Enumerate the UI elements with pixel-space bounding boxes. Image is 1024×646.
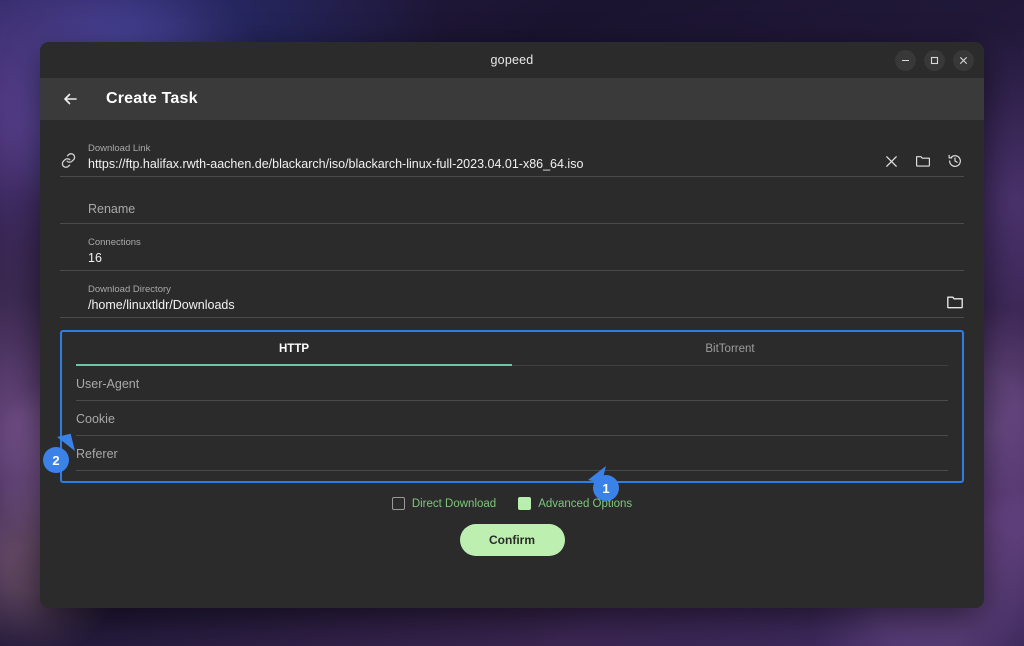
confirm-row: Confirm xyxy=(60,524,964,556)
referer-input[interactable]: Referer xyxy=(76,447,118,461)
user-agent-field[interactable]: User-Agent xyxy=(76,366,948,401)
annotation-badge-2: 2 xyxy=(43,433,75,473)
choose-file-button[interactable] xyxy=(914,152,932,170)
folder-icon xyxy=(947,296,963,309)
window-titlebar[interactable]: gopeed xyxy=(40,42,984,78)
tab-http-label: HTTP xyxy=(278,343,310,355)
annotation-badge-2-number: 2 xyxy=(52,452,60,468)
download-link-label: Download Link xyxy=(88,143,151,154)
cookie-field[interactable]: Cookie xyxy=(76,401,948,436)
advanced-options-panel: HTTP BitTorrent User-Agent Cookie Refere… xyxy=(60,330,964,483)
referer-field[interactable]: Referer xyxy=(76,436,948,471)
close-icon xyxy=(960,57,967,64)
download-directory-field[interactable]: Download Directory /home/linuxtldr/Downl… xyxy=(88,284,946,313)
download-directory-label: Download Directory xyxy=(88,284,171,295)
connections-label: Connections xyxy=(88,237,141,248)
history-button[interactable] xyxy=(946,152,964,170)
download-directory-input[interactable]: /home/linuxtldr/Downloads xyxy=(88,297,946,313)
create-task-form: Download Link https://ftp.halifax.rwth-a… xyxy=(40,120,984,556)
close-button[interactable] xyxy=(953,50,974,71)
link-icon xyxy=(61,153,76,168)
advanced-options-checkbox[interactable]: Advanced Options xyxy=(518,497,632,510)
tab-http[interactable]: HTTP xyxy=(76,332,512,366)
checkbox-unchecked-icon[interactable] xyxy=(391,497,405,510)
browse-directory-button[interactable] xyxy=(946,293,964,311)
directory-icon-spacer xyxy=(60,310,88,313)
desktop-wallpaper: gopeed Create Task Download Link https:/… xyxy=(0,0,1024,646)
confirm-button[interactable]: Confirm xyxy=(459,524,565,556)
rename-field[interactable]: Rename xyxy=(88,195,964,219)
minimize-button[interactable] xyxy=(895,50,916,71)
tab-bittorrent-label: BitTorrent xyxy=(705,343,755,355)
direct-download-label: Direct Download xyxy=(411,497,497,510)
user-agent-input[interactable]: User-Agent xyxy=(76,377,139,391)
window-title: gopeed xyxy=(490,53,534,67)
protocol-tabs: HTTP BitTorrent xyxy=(76,332,948,366)
rename-input[interactable]: Rename xyxy=(88,195,964,219)
download-link-input[interactable]: https://ftp.halifax.rwth-aachen.de/black… xyxy=(88,156,882,172)
cookie-input[interactable]: Cookie xyxy=(76,412,115,426)
direct-download-checkbox[interactable]: Direct Download xyxy=(391,497,497,510)
window-controls xyxy=(895,50,974,71)
clear-link-button[interactable] xyxy=(882,152,900,170)
checkbox-checked-icon[interactable] xyxy=(518,497,532,510)
connections-input[interactable]: 16 xyxy=(88,250,964,266)
download-link-actions xyxy=(882,152,964,172)
connections-icon-spacer xyxy=(60,263,88,266)
annotation-badge-1-number: 1 xyxy=(602,480,610,496)
maximize-icon xyxy=(930,56,939,65)
back-button[interactable] xyxy=(60,88,82,110)
folder-icon xyxy=(916,156,930,167)
gopeed-window: gopeed Create Task Download Link https:/… xyxy=(40,42,984,608)
minimize-icon xyxy=(902,60,909,61)
download-link-field[interactable]: Download Link https://ftp.halifax.rwth-a… xyxy=(88,143,882,172)
arrow-left-icon xyxy=(64,93,77,105)
download-link-row[interactable]: Download Link https://ftp.halifax.rwth-a… xyxy=(60,134,964,177)
download-directory-row[interactable]: Download Directory /home/linuxtldr/Downl… xyxy=(60,275,964,318)
connections-row[interactable]: Connections 16 xyxy=(60,228,964,271)
page-title: Create Task xyxy=(106,90,198,107)
rename-row[interactable]: Rename xyxy=(60,181,964,224)
tab-bittorrent[interactable]: BitTorrent xyxy=(512,332,948,366)
link-icon-wrap xyxy=(60,152,88,172)
options-row: Direct Download Advanced Options xyxy=(60,497,964,510)
history-icon xyxy=(948,154,961,167)
download-directory-actions xyxy=(946,293,964,313)
advanced-options-label: Advanced Options xyxy=(538,497,633,510)
clear-icon xyxy=(885,155,897,167)
annotation-badge-1: 1 xyxy=(588,462,619,501)
page-header: Create Task xyxy=(40,78,984,120)
rename-icon-spacer xyxy=(60,216,88,219)
connections-field[interactable]: Connections 16 xyxy=(88,237,964,266)
maximize-button[interactable] xyxy=(924,50,945,71)
